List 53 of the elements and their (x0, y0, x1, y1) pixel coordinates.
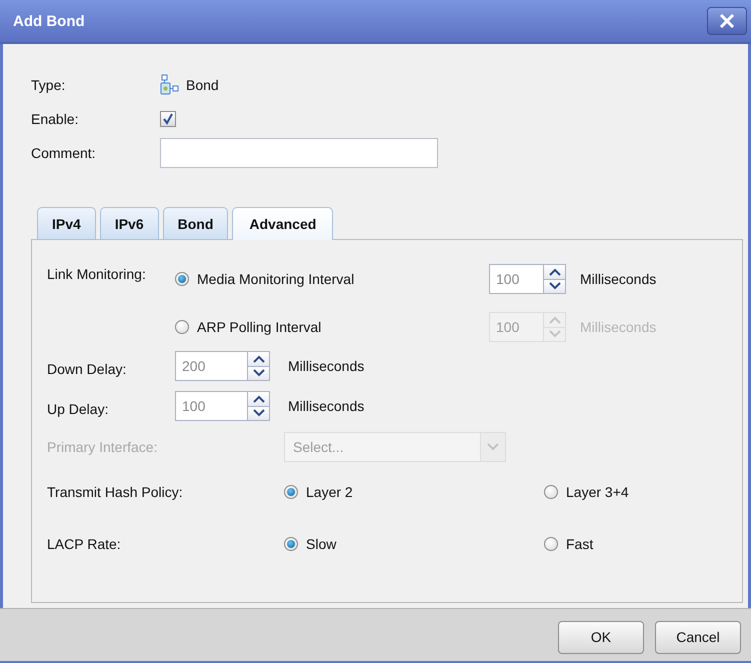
field-label: Down Delay: (47, 360, 128, 377)
tab[interactable]: Bond (162, 207, 228, 239)
radio-label[interactable]: Fast (566, 536, 594, 552)
spin-up-button[interactable] (544, 265, 565, 278)
tab[interactable]: IPv4 (37, 207, 96, 239)
close-button[interactable] (707, 7, 747, 35)
comment-field[interactable] (160, 138, 438, 168)
radio-button[interactable] (544, 485, 558, 499)
radio-button[interactable] (175, 320, 189, 334)
chevron-up-icon[interactable] (252, 354, 264, 363)
unit-label: Milliseconds (580, 319, 656, 335)
unit-label: Milliseconds (288, 398, 364, 414)
chevron-down-icon[interactable] (252, 369, 264, 378)
field-label: Comment: (31, 145, 97, 161)
spinner-field[interactable]: 100 (489, 264, 543, 294)
radio-button[interactable] (544, 537, 558, 551)
field-label: LACP Rate: (47, 536, 122, 552)
spinner-field[interactable]: 100 (175, 391, 247, 421)
radio-button[interactable] (284, 537, 298, 551)
unit-label: Milliseconds (580, 271, 656, 287)
field-label: Enable: (31, 111, 80, 127)
radio-label[interactable]: Layer 2 (306, 484, 353, 500)
spin-down-button[interactable] (248, 406, 269, 420)
dialog-button[interactable]: Cancel (655, 620, 741, 654)
spin-down-button[interactable] (248, 366, 269, 380)
spin-down-button[interactable] (544, 278, 565, 293)
bond-icon (160, 74, 180, 96)
radio-button[interactable] (175, 272, 189, 286)
window-title: Add Bond (13, 12, 85, 30)
radio-label[interactable]: ARP Polling Interval (197, 319, 322, 335)
field-label: Transmit Hash Policy: (47, 484, 184, 500)
dialog-button[interactable]: OK (558, 620, 644, 654)
chevron-down-icon[interactable] (548, 282, 560, 290)
unit-label: Milliseconds (288, 358, 364, 374)
chevron-down-icon[interactable] (252, 409, 264, 418)
tab[interactable]: Advanced (232, 207, 334, 240)
spinner-field[interactable]: 200 (175, 351, 247, 381)
chevron-up-icon[interactable] (548, 268, 560, 276)
field-label: Type: (31, 77, 66, 93)
chevron-up-icon[interactable] (252, 394, 264, 403)
radio-button[interactable] (284, 485, 298, 499)
field-label: Up Delay: (47, 400, 110, 417)
field-label: Link Monitoring: (47, 265, 147, 284)
spin-up-button[interactable] (248, 392, 269, 406)
field-label: Primary Interface: (47, 439, 158, 455)
tab[interactable]: IPv6 (100, 207, 159, 239)
checkbox[interactable] (160, 111, 176, 127)
spin-up-button[interactable] (248, 352, 269, 366)
close-icon[interactable] (718, 14, 736, 28)
radio-label[interactable]: Media Monitoring Interval (197, 271, 354, 287)
type-value: Bond (186, 77, 219, 93)
radio-label[interactable]: Layer 3+4 (566, 484, 629, 500)
radio-label[interactable]: Slow (306, 536, 336, 552)
